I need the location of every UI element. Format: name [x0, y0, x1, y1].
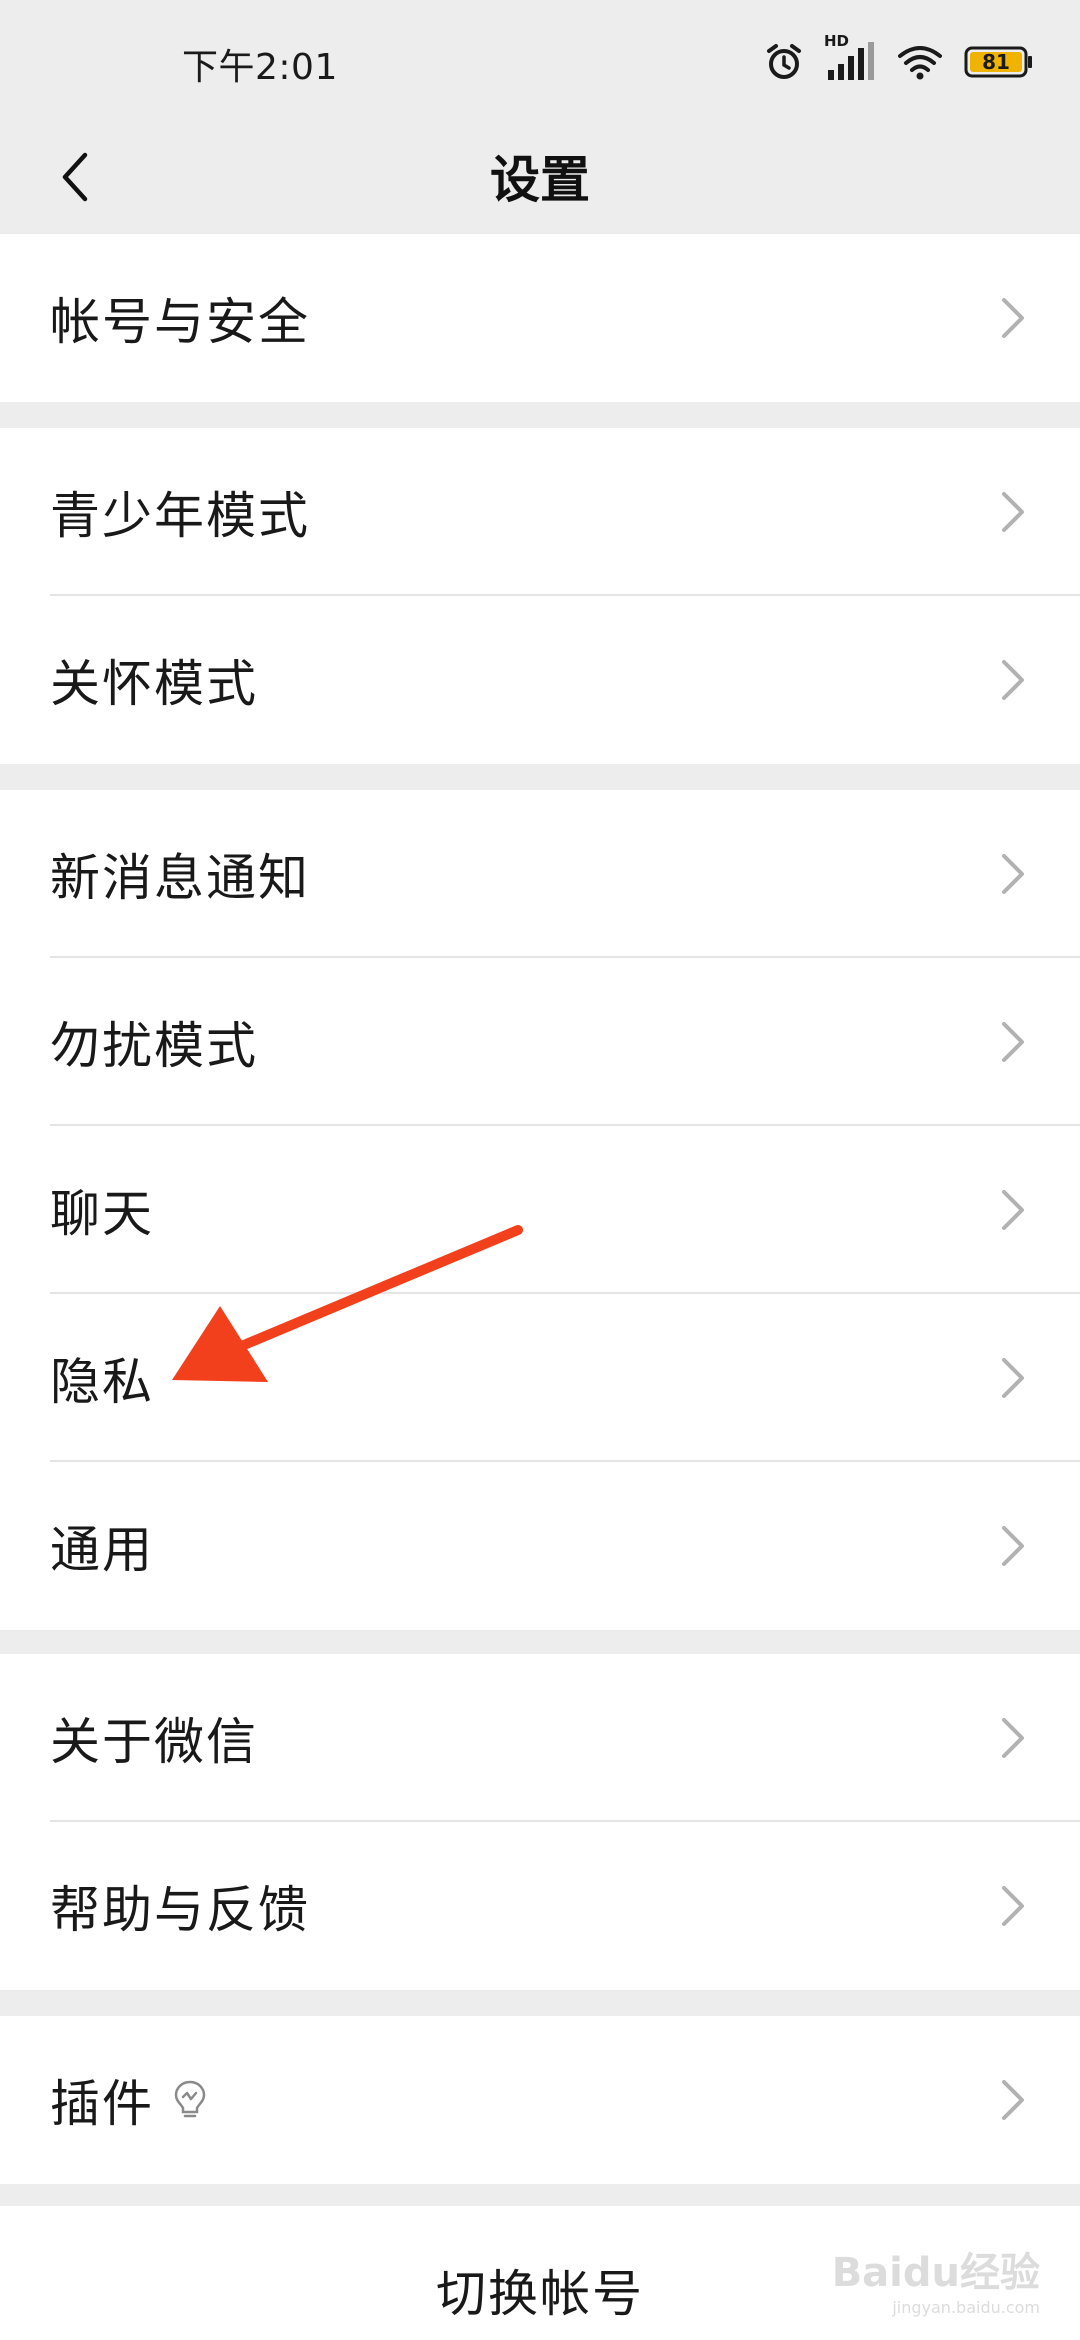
settings-item-label: 隐私 [50, 1353, 154, 1411]
settings-group-modes: 青少年模式 关怀模式 [0, 428, 1080, 764]
title-bar: 设置 [0, 124, 1080, 234]
status-time: 下午2:01 [182, 47, 338, 88]
lightbulb-icon [174, 2080, 206, 2118]
chevron-right-icon [1002, 298, 1024, 338]
settings-screen: 下午2:01 HD 81 设置 帐号与安全 青少年模式 关怀模式 新消息通知 勿… [0, 0, 1080, 2340]
chevron-right-icon [1002, 492, 1024, 532]
page-title: 设置 [490, 151, 590, 209]
settings-group-about: 关于微信 帮助与反馈 [0, 1654, 1080, 1990]
chevron-right-icon [1002, 1886, 1024, 1926]
settings-item-account-security[interactable]: 帐号与安全 [0, 234, 1080, 402]
settings-item-label: 帮助与反馈 [50, 1881, 310, 1939]
settings-item-label: 关怀模式 [50, 655, 258, 713]
signal-icon: HD [824, 32, 876, 82]
alarm-icon [764, 42, 804, 82]
watermark-text: Baidu经验 [831, 2250, 1040, 2296]
settings-group-plugins: 插件 [0, 2016, 1080, 2184]
settings-item-do-not-disturb[interactable]: 勿扰模式 [0, 958, 1080, 1126]
settings-item-label: 帐号与安全 [50, 293, 310, 351]
chevron-right-icon [1002, 660, 1024, 700]
settings-item-notifications[interactable]: 新消息通知 [0, 790, 1080, 958]
chevron-right-icon [1002, 1526, 1024, 1566]
settings-item-label: 聊天 [50, 1185, 154, 1243]
red-arrow-annotation [172, 1225, 523, 1382]
baidu-watermark: Baidu经验 jingyan.baidu.com [800, 2240, 1040, 2320]
settings-item-general[interactable]: 通用 [0, 1462, 1080, 1630]
status-icons: HD 81 [764, 32, 1034, 86]
chevron-right-icon [1002, 2080, 1024, 2120]
watermark-subtext: jingyan.baidu.com [892, 2298, 1040, 2317]
status-bar: 下午2:01 HD 81 [0, 0, 1080, 124]
settings-item-label: 勿扰模式 [50, 1017, 258, 1075]
settings-item-label: 新消息通知 [50, 849, 310, 907]
chevron-right-icon [1002, 1718, 1024, 1758]
chevron-right-icon [1002, 1022, 1024, 1062]
wifi-icon [896, 42, 944, 82]
chevron-right-icon [1002, 1190, 1024, 1230]
settings-group-account: 帐号与安全 [0, 234, 1080, 402]
settings-item-help-feedback[interactable]: 帮助与反馈 [0, 1822, 1080, 1990]
network-type-label: HD [824, 32, 850, 50]
settings-item-label: 插件 [50, 2075, 154, 2133]
settings-item-care-mode[interactable]: 关怀模式 [0, 596, 1080, 764]
settings-item-label: 通用 [50, 1521, 154, 1579]
battery-icon: 81 [964, 45, 1034, 79]
settings-item-about-wechat[interactable]: 关于微信 [0, 1654, 1080, 1822]
settings-item-label: 关于微信 [50, 1713, 258, 1771]
settings-item-label: 青少年模式 [50, 487, 310, 545]
chevron-right-icon [1002, 854, 1024, 894]
settings-item-teen-mode[interactable]: 青少年模式 [0, 428, 1080, 596]
settings-item-plugins[interactable]: 插件 [0, 2016, 1080, 2184]
battery-level: 81 [982, 50, 1010, 74]
chevron-right-icon [1002, 1358, 1024, 1398]
